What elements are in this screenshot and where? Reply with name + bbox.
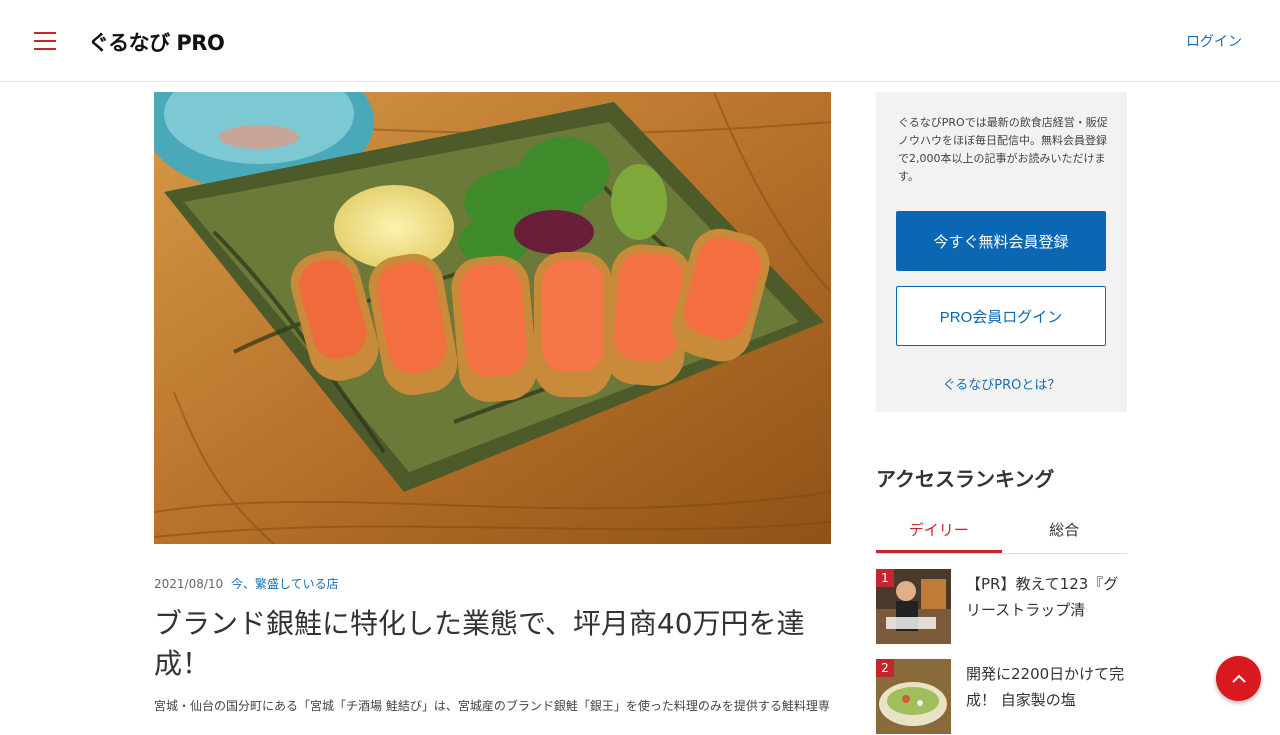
ranking-item-title: 【PR】教えて123『グリーストラップ清 [966,575,1119,619]
article-hero-image [154,92,831,544]
member-promo-text: ぐるなびPROでは最新の飲食店経営・販促ノウハウをほぼ毎日配信中。無料会員登録で… [898,116,1108,183]
rank-number: 1 [876,569,894,587]
site-header: ぐるなび PRO ログイン [0,0,1280,82]
ranking-item[interactable]: 2 開発に2200日かけて完成！ 自家製の塩 [876,659,1127,735]
chevron-up-icon [1231,674,1246,683]
article-meta: 2021/08/10 今、繁盛している店 [154,575,339,592]
ranking-item-title: 開発に2200日かけて完成！ 自家製の塩 [966,665,1125,709]
ranking-thumbnail: 2 [876,659,951,734]
article-category-link[interactable]: 今、繁盛している店 [231,577,339,591]
article-title[interactable]: ブランド銀鮭に特化した業態で、坪月商40万円を達成！ [154,604,831,684]
member-promo-box: ぐるなびPROでは最新の飲食店経営・販促ノウハウをほぼ毎日配信中。無料会員登録で… [876,92,1127,412]
ranking-title: アクセスランキング [876,467,1055,491]
salmon-dish-illustration [154,92,831,544]
tab-daily[interactable]: デイリー [876,512,1002,553]
scroll-top-button[interactable] [1216,656,1261,701]
tab-overall[interactable]: 総合 [1002,512,1128,553]
pro-login-button[interactable]: PRO会員ログイン [896,286,1106,346]
article-lead: 宮城・仙台の国分町にある「宮城「チ酒場 鮭結び」は、宮城産のブランド銀鮭「銀王」… [154,699,831,713]
site-logo[interactable]: ぐるなび PRO [88,27,225,57]
login-link[interactable]: ログイン [1186,31,1242,51]
ranking-thumbnail: 1 [876,569,951,644]
hamburger-menu-icon[interactable] [34,32,56,50]
ranking-item[interactable]: 1 【PR】教えて123『グリーストラップ清 [876,569,1127,645]
register-button[interactable]: 今すぐ無料会員登録 [896,211,1106,271]
about-pro-link[interactable]: ぐるなびPROとは？ [876,374,1127,393]
rank-number: 2 [876,659,894,677]
article-date: 2021/08/10 [154,577,224,591]
ranking-tabs: デイリー 総合 [876,512,1127,554]
